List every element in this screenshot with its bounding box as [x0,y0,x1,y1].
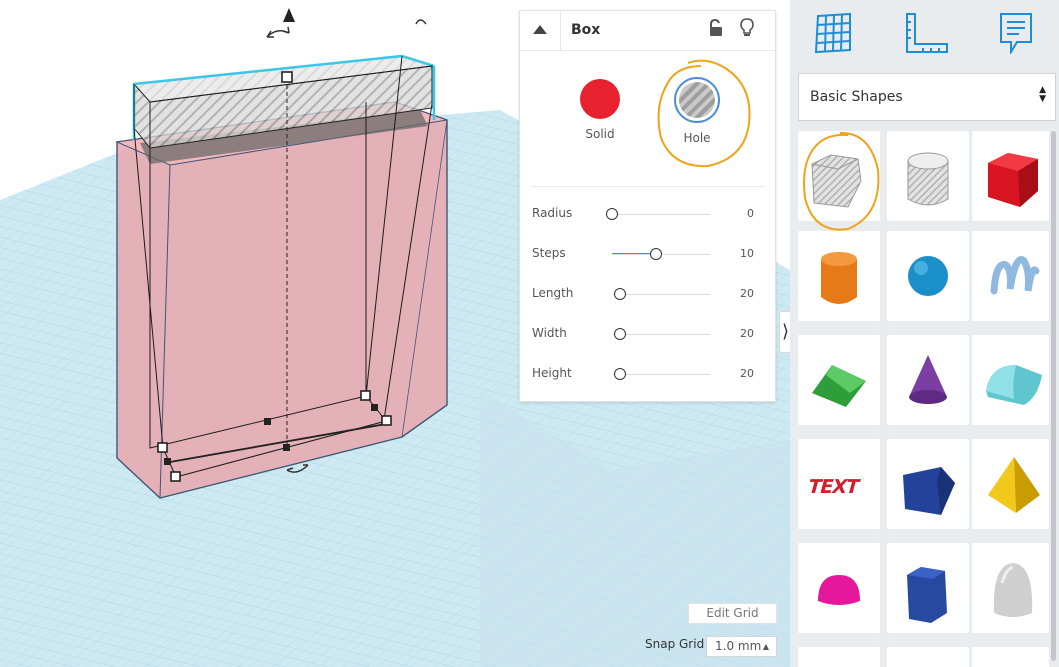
snap-grid-select[interactable]: 1.0 mm ▲ [706,636,777,657]
property-row-radius: Radius 0 [532,204,764,224]
shape-tile-scribble[interactable] [972,231,1049,321]
shape-category-select[interactable]: Basic Shapes ▲ ▼ [798,73,1056,121]
solid-swatch[interactable] [580,79,620,119]
property-value[interactable]: 20 [740,367,754,380]
shape-tile-text[interactable]: TEXT [798,439,880,529]
property-slider-track[interactable] [612,214,710,215]
property-slider-knob[interactable] [613,328,626,340]
inspector-divider [532,186,764,187]
shape-name[interactable]: Box [571,22,600,38]
property-value[interactable]: 20 [740,327,754,340]
property-label: Radius [532,206,573,220]
text-icon: TEXT [805,475,862,498]
half-sphere-icon [818,575,860,605]
hand-drawn-circle-annotation [657,59,751,168]
grid-view-icon[interactable] [814,12,854,54]
property-slider-knob[interactable] [613,288,626,300]
shape-category-value: Basic Shapes [810,89,903,105]
selected-box-solid [115,101,448,499]
property-slider-track[interactable] [612,294,710,295]
shape-inspector: Box Solid Hole Radius 0 Steps 10 Length 20 Wid… [519,10,777,402]
shape-tile-roof[interactable] [798,335,880,425]
shape-tile-cone[interactable] [887,335,969,425]
ruler-icon[interactable] [905,12,949,54]
edit-grid-button[interactable]: Edit Grid [688,603,777,624]
shape-tile-half-sphere[interactable] [798,543,880,633]
lock-icon[interactable] [708,19,724,37]
cylinder-icon [821,252,857,304]
wedge-icon [903,467,955,515]
cylinder-hole-icon [907,152,949,206]
property-value[interactable]: 20 [740,287,754,300]
roof-icon [812,365,866,407]
hand-drawn-circle-annotation [803,131,880,231]
shape-tile-polygon[interactable] [887,543,969,633]
scrollbar-thumb[interactable] [1051,131,1056,661]
property-label: Steps [532,246,566,260]
shape-tile-partial[interactable] [798,647,880,667]
polygon-icon [907,567,947,623]
inspector-header: Box [520,11,777,51]
shape-tile-partial[interactable] [972,647,1049,667]
property-row-length: Length 20 [532,284,764,304]
property-row-steps: Steps 10 [532,244,764,264]
shape-tile-box[interactable] [972,131,1049,221]
property-slider-knob[interactable] [613,368,626,380]
pyramid-icon [988,457,1040,513]
lightbulb-icon[interactable] [740,18,754,38]
collapse-inspector-button[interactable] [520,11,561,51]
chevron-right-icon: ⟩ [782,321,790,342]
caret-up-icon: ▲ [762,642,769,651]
shape-tile-partial[interactable] [887,647,969,667]
chevron-up-icon [533,25,547,34]
property-row-height: Height 20 [532,364,764,384]
property-slider-track[interactable] [612,334,710,335]
snap-grid-value: 1.0 mm [715,639,762,653]
snap-grid-label: Snap Grid [645,637,705,651]
lift-arrow [283,8,295,22]
property-slider-knob[interactable] [650,248,663,260]
paraboloid-icon [993,563,1033,617]
shape-tile-sphere[interactable] [887,231,969,321]
solid-option[interactable]: Solid [570,77,630,141]
round-roof-icon [986,365,1042,405]
scribble-icon [990,256,1040,295]
sphere-icon [908,256,948,296]
box-icon [988,153,1038,207]
property-slider-knob[interactable] [606,208,618,220]
solid-label: Solid [585,127,615,141]
sidebar-scrollbar[interactable] [1051,131,1057,667]
property-label: Width [532,326,567,340]
notes-icon[interactable] [999,12,1033,54]
cone-icon [909,355,947,404]
shapes-sidebar: Basic Shapes ▲ ▼ TEXT [790,0,1059,667]
up-down-caret-icon: ▲ ▼ [1039,85,1046,104]
property-label: Height [532,366,572,380]
property-slider-track[interactable] [612,374,710,375]
property-row-width: Width 20 [532,324,764,344]
property-label: Length [532,286,574,300]
shape-tile-paraboloid[interactable] [972,543,1049,633]
shape-tile-pyramid[interactable] [972,439,1049,529]
shape-tile-cylinder[interactable] [798,231,880,321]
shape-tile-wedge[interactable] [887,439,969,529]
property-value[interactable]: 10 [740,247,754,260]
shape-tile-cylinder-hole[interactable] [887,131,969,221]
shape-tile-round-roof[interactable] [972,335,1049,425]
property-value[interactable]: 0 [747,207,754,220]
svg-text:TEXT: TEXT [805,475,862,498]
